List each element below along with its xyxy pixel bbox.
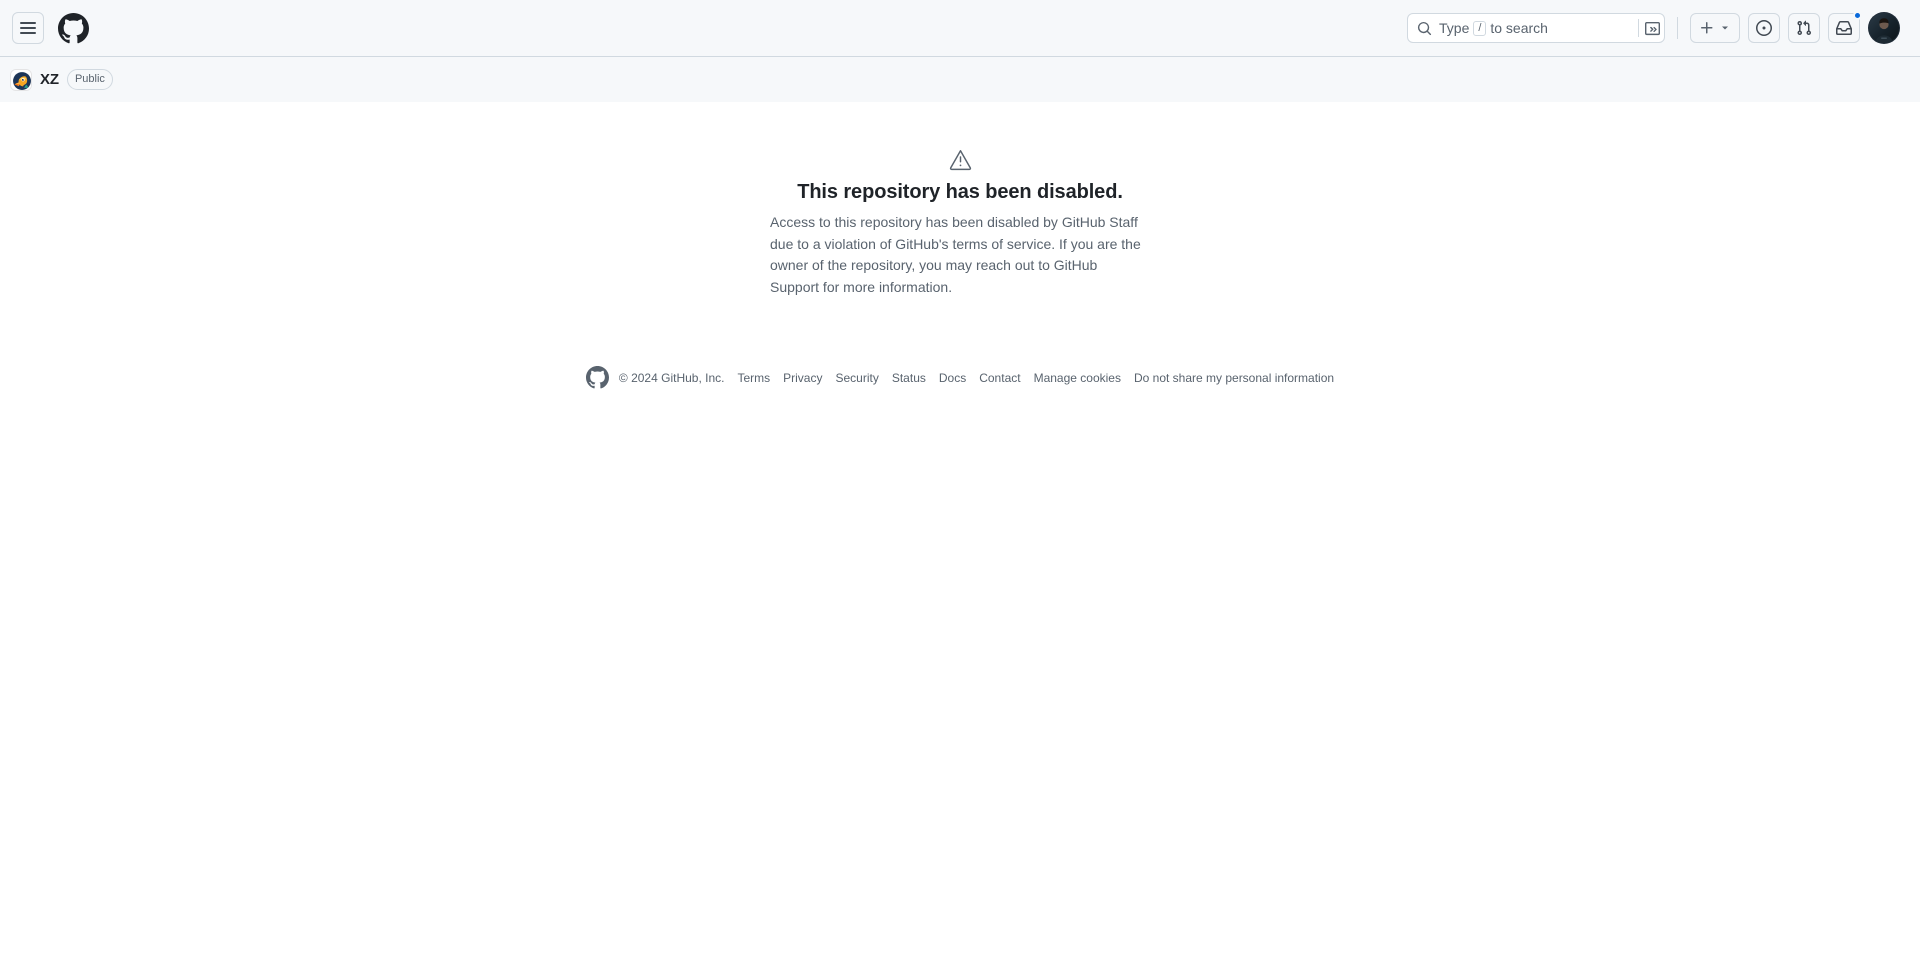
global-header: Type / to search [0, 0, 1920, 57]
terminal-icon [1645, 21, 1660, 35]
repository-name[interactable]: XZ [40, 71, 59, 88]
repository-header: XZ Public [0, 57, 1920, 102]
search-placeholder: Type / to search [1439, 20, 1548, 36]
main-content: This repository has been disabled. Acces… [0, 102, 1920, 389]
github-mark-icon [58, 12, 89, 43]
footer-copyright: © 2024 GitHub, Inc. [618, 370, 725, 385]
footer-link-status[interactable]: Status [892, 371, 926, 385]
github-logo-link[interactable] [58, 12, 89, 44]
plus-icon [1701, 22, 1713, 34]
issues-button[interactable] [1748, 13, 1780, 43]
footer-link-do-not-share[interactable]: Do not share my personal information [1134, 371, 1334, 385]
footer-link-docs[interactable]: Docs [939, 371, 966, 385]
header-left-group [12, 12, 89, 44]
blankslate-description: Access to this repository has been disab… [770, 214, 1141, 295]
footer-link-contact[interactable]: Contact [979, 371, 1020, 385]
notification-indicator-dot [1853, 11, 1862, 20]
search-placeholder-suffix: to search [1490, 20, 1548, 36]
repository-owner-avatar[interactable] [10, 68, 32, 91]
footer-link-manage-cookies[interactable]: Manage cookies [1034, 371, 1121, 385]
parrot-avatar-icon [11, 69, 31, 90]
footer-github-mark-icon [585, 366, 609, 389]
page-title: This repository has been disabled. [797, 181, 1123, 203]
repository-visibility-badge: Public [66, 69, 113, 90]
header-right-group: Type / to search [1407, 11, 1900, 44]
footer: © 2024 GitHub, Inc. Terms Privacy Securi… [0, 366, 1920, 389]
avatar-image [1869, 13, 1899, 43]
pull-requests-button[interactable] [1788, 13, 1820, 43]
search-slash-key: / [1473, 20, 1487, 36]
issue-opened-icon [1756, 20, 1772, 36]
search-placeholder-prefix: Type [1439, 20, 1470, 36]
hamburger-icon [20, 22, 36, 34]
footer-link-terms[interactable]: Terms [737, 371, 770, 385]
create-new-button[interactable] [1690, 13, 1740, 43]
command-palette-button[interactable] [1638, 19, 1660, 37]
user-avatar[interactable] [1868, 12, 1900, 44]
alert-icon [770, 147, 1150, 172]
notifications-inbox-button[interactable] [1828, 11, 1862, 43]
inbox-icon [1836, 21, 1852, 35]
repository-disabled-blankslate: This repository has been disabled. Acces… [770, 147, 1150, 298]
chevron-down-icon [1722, 26, 1728, 30]
footer-link-privacy[interactable]: Privacy [783, 371, 822, 385]
git-pull-request-icon [1797, 20, 1812, 36]
search-icon [1417, 21, 1432, 36]
global-menu-button[interactable] [12, 12, 44, 44]
search-input[interactable]: Type / to search [1407, 13, 1665, 43]
footer-link-security[interactable]: Security [835, 371, 878, 385]
header-divider [1677, 17, 1678, 39]
